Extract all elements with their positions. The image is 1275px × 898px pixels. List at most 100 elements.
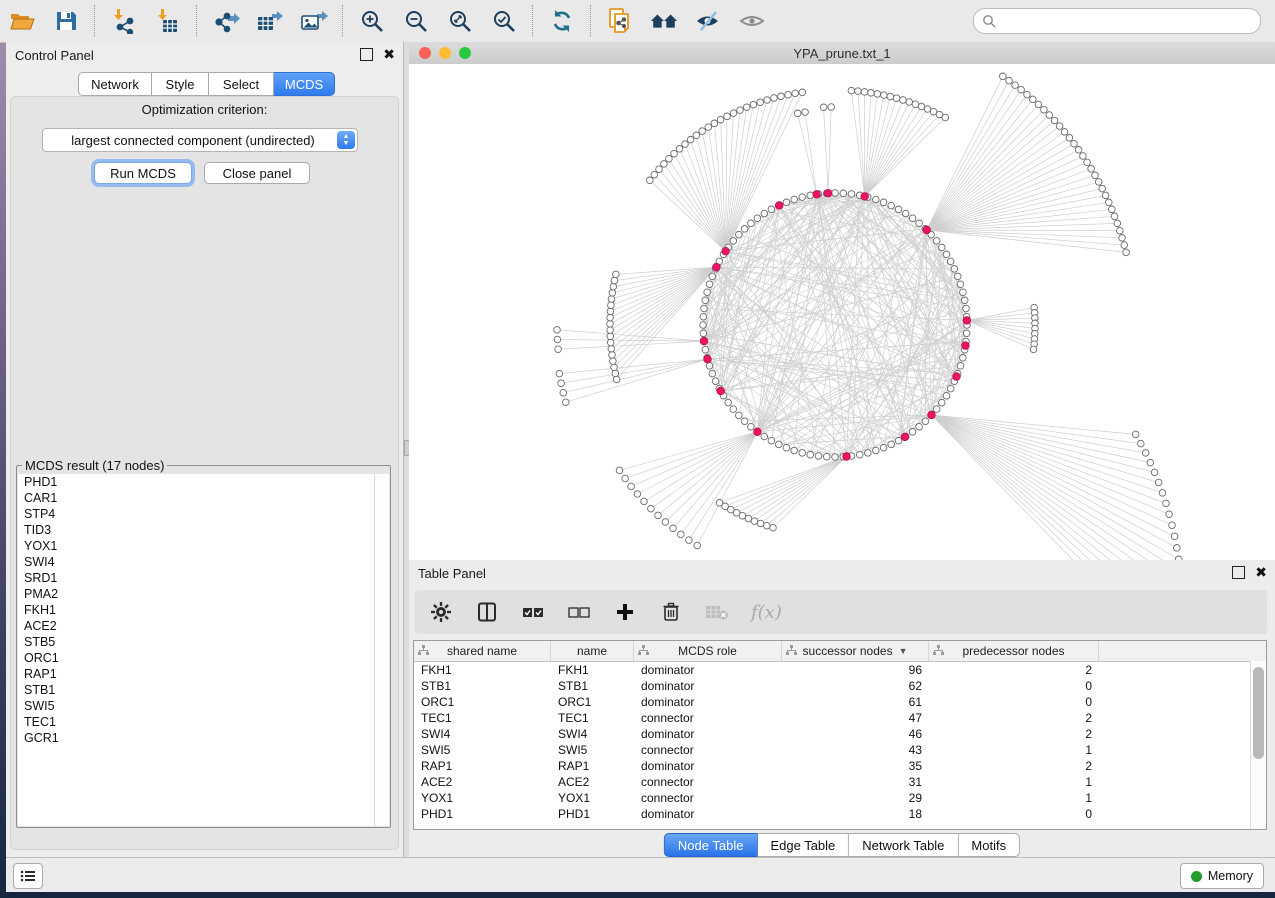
table-row[interactable]: ACE2ACE2connector311: [414, 774, 1266, 790]
tab-style[interactable]: Style: [152, 72, 209, 96]
close-panel-button[interactable]: Close panel: [204, 162, 310, 184]
mcds-result-item[interactable]: SWI4: [18, 554, 389, 570]
table-row[interactable]: FKH1FKH1dominator962: [414, 662, 1266, 678]
table-cell: 31: [782, 775, 929, 789]
table-header-row: shared namenameMCDS rolesuccessor nodes▼…: [414, 641, 1266, 662]
status-bar: Memory: [6, 857, 1275, 892]
table-row[interactable]: SWI4SWI4dominator462: [414, 726, 1266, 742]
show-all-icon[interactable]: [649, 7, 679, 35]
table-row[interactable]: YOX1YOX1connector291: [414, 790, 1266, 806]
mcds-result-item[interactable]: STB1: [18, 682, 389, 698]
export-image-icon[interactable]: [299, 7, 329, 35]
show-hidden-icon[interactable]: [737, 7, 767, 35]
mcds-result-item[interactable]: TID3: [18, 522, 389, 538]
table-row[interactable]: ORC1ORC1dominator610: [414, 694, 1266, 710]
minimize-window-icon[interactable]: [439, 47, 451, 59]
import-network-icon[interactable]: [109, 7, 139, 35]
column-header-successor-nodes[interactable]: successor nodes▼: [782, 641, 929, 661]
mcds-result-item[interactable]: SWI5: [18, 698, 389, 714]
table-cell: 0: [929, 679, 1099, 693]
panel-list-button[interactable]: [13, 863, 43, 889]
result-list-scrollbar[interactable]: [374, 474, 389, 826]
dropdown-stepper-icon: ▲▼: [337, 131, 355, 149]
column-header-name[interactable]: name: [551, 641, 634, 661]
zoom-out-icon[interactable]: [401, 7, 431, 35]
export-network-icon[interactable]: [211, 7, 241, 35]
close-window-icon[interactable]: [419, 47, 431, 59]
column-header-shared-name[interactable]: shared name: [414, 641, 551, 661]
table-cell: 18: [782, 807, 929, 821]
sort-chevron-icon: ▼: [899, 646, 908, 656]
open-file-icon[interactable]: [7, 7, 37, 35]
tab-select[interactable]: Select: [209, 72, 274, 96]
mcds-result-item[interactable]: CAR1: [18, 490, 389, 506]
mcds-result-item[interactable]: TEC1: [18, 714, 389, 730]
table-scrollbar-thumb[interactable]: [1253, 667, 1264, 759]
float-panel-icon[interactable]: [360, 48, 373, 61]
hide-selected-icon[interactable]: [693, 7, 723, 35]
maximize-window-icon[interactable]: [459, 47, 471, 59]
table-cell: 96: [782, 663, 929, 677]
table-tab-motifs[interactable]: Motifs: [958, 833, 1020, 857]
zoom-fit-icon[interactable]: [445, 7, 475, 35]
memory-button[interactable]: Memory: [1180, 863, 1264, 889]
select-all-icon[interactable]: [521, 600, 545, 624]
table-cell: SWI5: [414, 743, 551, 757]
add-column-icon[interactable]: [613, 600, 637, 624]
table-cell: 61: [782, 695, 929, 709]
table-cell: 1: [929, 743, 1099, 757]
close-panel-icon[interactable]: ✖: [383, 49, 395, 60]
table-tab-node-table[interactable]: Node Table: [664, 833, 758, 857]
tab-mcds[interactable]: MCDS: [274, 72, 335, 96]
tab-network[interactable]: Network: [78, 72, 152, 96]
table-scrollbar[interactable]: [1250, 661, 1266, 829]
float-table-panel-icon[interactable]: [1232, 566, 1245, 579]
close-table-panel-icon[interactable]: ✖: [1255, 567, 1267, 578]
table-panel: Table Panel ✖ f(x) shared namenameMCDS: [409, 560, 1275, 857]
clone-network-icon[interactable]: [605, 7, 635, 35]
table-row[interactable]: TEC1TEC1connector472: [414, 710, 1266, 726]
table-cell: ACE2: [551, 775, 634, 789]
table-tab-edge-table[interactable]: Edge Table: [757, 833, 849, 857]
table-cell: PHD1: [551, 807, 634, 821]
mcds-result-item[interactable]: PMA2: [18, 586, 389, 602]
search-input[interactable]: [1000, 11, 1252, 31]
delete-column-trash-icon[interactable]: [659, 600, 683, 624]
column-header-MCDS-role[interactable]: MCDS role: [634, 641, 782, 661]
mcds-result-list: PHD1CAR1STP4TID3YOX1SWI4SRD1PMA2FKH1ACE2…: [18, 474, 389, 826]
save-session-icon[interactable]: [51, 7, 81, 35]
zoom-selected-icon[interactable]: [489, 7, 519, 35]
memory-status-icon: [1191, 871, 1202, 882]
mcds-result-item[interactable]: YOX1: [18, 538, 389, 554]
deselect-all-icon[interactable]: [567, 600, 591, 624]
column-header-predecessor-nodes[interactable]: predecessor nodes: [929, 641, 1099, 661]
table-row[interactable]: STB1STB1dominator620: [414, 678, 1266, 694]
mcds-result-item[interactable]: PHD1: [18, 474, 389, 490]
table-tab-network-table[interactable]: Network Table: [849, 833, 958, 857]
refresh-view-icon[interactable]: [547, 7, 577, 35]
mcds-result-item[interactable]: ORC1: [18, 650, 389, 666]
table-row[interactable]: RAP1RAP1dominator352: [414, 758, 1266, 774]
network-window-titlebar[interactable]: YPA_prune.txt_1: [409, 42, 1275, 65]
mcds-result-item[interactable]: FKH1: [18, 602, 389, 618]
table-settings-gear-icon[interactable]: [429, 600, 453, 624]
mcds-result-item[interactable]: STP4: [18, 506, 389, 522]
table-row[interactable]: PHD1PHD1dominator180: [414, 806, 1266, 822]
table-row[interactable]: SWI5SWI5connector431: [414, 742, 1266, 758]
network-view-canvas[interactable]: [409, 64, 1275, 560]
control-panel-header: Control Panel ✖: [6, 42, 403, 68]
zoom-in-icon[interactable]: [357, 7, 387, 35]
mcds-result-item[interactable]: GCR1: [18, 730, 389, 746]
run-mcds-button[interactable]: Run MCDS: [94, 162, 192, 184]
mcds-result-item[interactable]: SRD1: [18, 570, 389, 586]
control-panel-title: Control Panel: [15, 48, 94, 63]
search-icon: [982, 14, 996, 28]
mcds-result-item[interactable]: ACE2: [18, 618, 389, 634]
table-cell: 2: [929, 711, 1099, 725]
show-columns-icon[interactable]: [475, 600, 499, 624]
export-table-icon[interactable]: [255, 7, 285, 35]
import-table-icon[interactable]: [153, 7, 183, 35]
mcds-result-item[interactable]: STB5: [18, 634, 389, 650]
criterion-dropdown[interactable]: largest connected component (undirected)…: [42, 128, 358, 152]
mcds-result-item[interactable]: RAP1: [18, 666, 389, 682]
